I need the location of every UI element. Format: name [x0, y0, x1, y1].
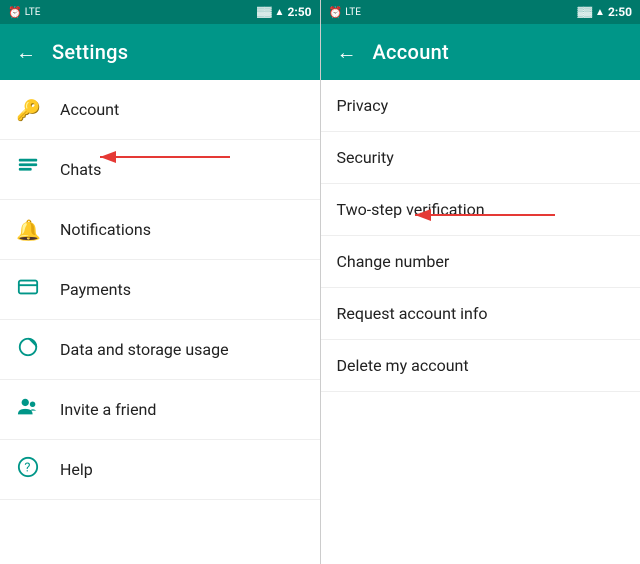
right-status-bar: ⏰ LTE ▓▓ ▲ 2:50	[321, 0, 640, 24]
account-panel: ⏰ LTE ▓▓ ▲ 2:50 ← Account Privacy Securi…	[321, 0, 640, 564]
svg-text:?: ?	[24, 461, 30, 476]
data-storage-icon	[16, 336, 40, 363]
app-wrapper: ⏰ LTE ▓▓ ▲ 2:50 ← Settings 🔑 Account	[0, 0, 640, 564]
right-signal-icon: ▓▓	[577, 7, 592, 18]
account-item-privacy[interactable]: Privacy	[321, 80, 640, 132]
signal-icon: ▓▓	[257, 7, 272, 18]
account-icon: 🔑	[16, 98, 40, 122]
help-icon: ?	[16, 456, 40, 483]
account-item-delete[interactable]: Delete my account	[321, 340, 640, 392]
help-label: Help	[60, 460, 93, 479]
account-back-button[interactable]: ←	[337, 40, 357, 65]
account-menu-list: Privacy Security Two-step verification C…	[321, 80, 640, 564]
two-step-label: Two-step verification	[337, 200, 485, 219]
account-item-security[interactable]: Security	[321, 132, 640, 184]
payments-icon	[16, 276, 40, 303]
left-status-right: ▓▓ ▲ 2:50	[257, 5, 312, 19]
account-app-bar: ← Account	[321, 24, 640, 80]
change-number-label: Change number	[337, 252, 450, 271]
menu-item-payments[interactable]: Payments	[0, 260, 320, 320]
delete-account-label: Delete my account	[337, 356, 469, 375]
settings-panel: ⏰ LTE ▓▓ ▲ 2:50 ← Settings 🔑 Account	[0, 0, 320, 564]
payments-label: Payments	[60, 280, 131, 299]
network-type-icon: LTE	[25, 7, 41, 18]
right-time: 2:50	[608, 5, 632, 19]
left-time: 2:50	[287, 5, 311, 19]
right-network-icon: LTE	[345, 7, 361, 18]
menu-item-chats[interactable]: Chats	[0, 140, 320, 200]
chats-icon	[16, 156, 40, 183]
right-wifi-icon: ▲	[595, 7, 605, 18]
wifi-icon: ▲	[275, 7, 285, 18]
menu-item-notifications[interactable]: 🔔 Notifications	[0, 200, 320, 260]
settings-title: Settings	[52, 40, 128, 64]
account-title: Account	[373, 40, 450, 64]
left-status-bar: ⏰ LTE ▓▓ ▲ 2:50	[0, 0, 320, 24]
menu-item-help[interactable]: ? Help	[0, 440, 320, 500]
security-label: Security	[337, 148, 394, 167]
account-item-two-step[interactable]: Two-step verification	[321, 184, 640, 236]
settings-back-button[interactable]: ←	[16, 40, 36, 65]
alarm-icon: ⏰	[8, 6, 22, 19]
right-status-right: ▓▓ ▲ 2:50	[577, 5, 632, 19]
account-label: Account	[60, 100, 119, 119]
account-item-request-info[interactable]: Request account info	[321, 288, 640, 340]
request-info-label: Request account info	[337, 304, 488, 323]
right-alarm-icon: ⏰	[329, 6, 343, 19]
data-storage-label: Data and storage usage	[60, 340, 229, 359]
menu-item-invite[interactable]: Invite a friend	[0, 380, 320, 440]
menu-item-account[interactable]: 🔑 Account	[0, 80, 320, 140]
settings-menu-list: 🔑 Account Chats 🔔 Notifications	[0, 80, 320, 564]
privacy-label: Privacy	[337, 96, 389, 115]
notifications-label: Notifications	[60, 220, 151, 239]
invite-icon	[16, 396, 40, 423]
settings-app-bar: ← Settings	[0, 24, 320, 80]
account-item-change-number[interactable]: Change number	[321, 236, 640, 288]
left-status-left: ⏰ LTE	[8, 6, 40, 19]
right-status-left: ⏰ LTE	[329, 6, 361, 19]
invite-label: Invite a friend	[60, 400, 156, 419]
menu-item-data-storage[interactable]: Data and storage usage	[0, 320, 320, 380]
chats-label: Chats	[60, 160, 101, 179]
notifications-icon: 🔔	[16, 218, 40, 242]
